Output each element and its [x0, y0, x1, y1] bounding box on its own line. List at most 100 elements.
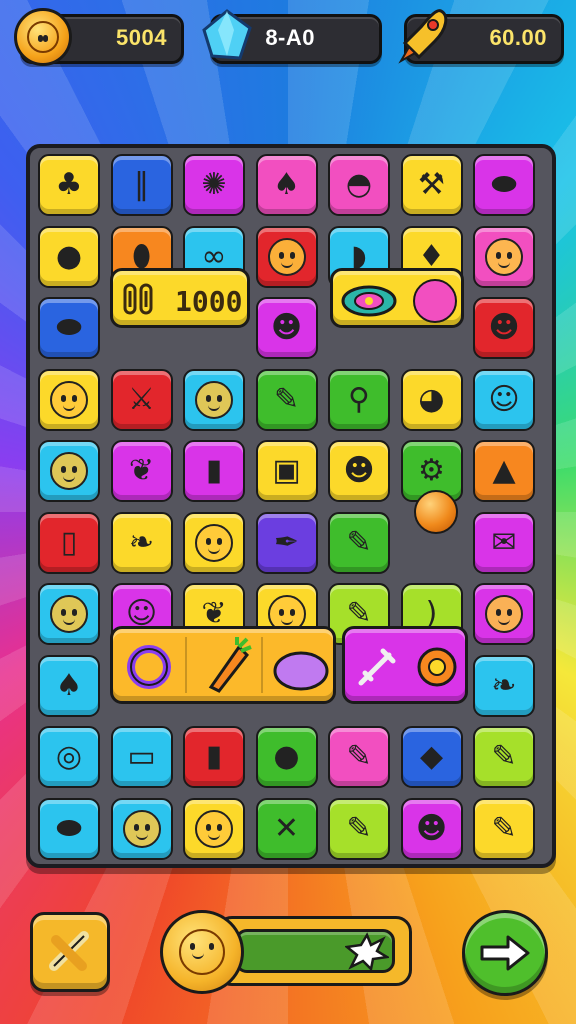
orange-orb[interactable] [414, 490, 458, 534]
booster-character-icon[interactable] [160, 910, 244, 994]
hammer-icon: ⚒ [418, 167, 445, 202]
wide-tile-fries[interactable]: 1000 [110, 268, 250, 328]
tile-face[interactable] [183, 368, 245, 431]
tile-drop[interactable]: ◆ [400, 726, 463, 788]
tile-bean[interactable]: ⬬ [38, 797, 100, 860]
tile-cat[interactable]: ☻ [473, 297, 535, 359]
tile-donut[interactable]: ◎ [38, 726, 100, 788]
tile-crayon[interactable]: ✎ [473, 726, 535, 788]
purple-blob-icon [273, 651, 329, 691]
shuffle-button[interactable] [462, 910, 548, 996]
tile-cat[interactable]: ☻ [400, 797, 463, 860]
tile-crayon[interactable]: ✎ [473, 797, 535, 860]
splat-icon: ✺ [201, 167, 227, 202]
tile-face[interactable] [183, 797, 245, 860]
coins-value: 5004 [116, 25, 167, 50]
gems-value: 8-A0 [265, 25, 315, 50]
tile-face[interactable] [255, 225, 318, 288]
pineapple-icon: ❦ [128, 453, 155, 488]
ghost-icon: ☺ [488, 381, 520, 417]
tile-ghost[interactable]: ☺ [473, 368, 535, 431]
game-board: ♣ ‖ ✺ ♠ ◓ ⚒ ⬬ ● ⬮ ∞ ◗ ♦ ⬬ ☻ ☻ ⚔ ✎ ⚲ ◕ ☺ ❦ ▮ ▣ ☻ ⚙ ▲ ▯ ❧ ✒ ✎ ✉ ☺ ❦ ✎) ♠ ❧ ◎ ▭ ▮… [26, 144, 556, 868]
tile-fries[interactable]: ‖ [110, 154, 173, 216]
leaf-icon: ❦ [201, 596, 227, 631]
face-icon [485, 595, 523, 633]
wide-tile-candy[interactable] [330, 268, 464, 328]
hammer-tool-button[interactable] [30, 912, 110, 992]
tile-tools[interactable]: ✕ [255, 797, 318, 860]
cat-icon: ☻ [415, 810, 448, 846]
tile-bird[interactable]: ◕ [400, 368, 463, 431]
face-icon [195, 380, 233, 419]
tile-face[interactable] [473, 225, 535, 288]
tile-feather[interactable]: ❧ [110, 511, 173, 574]
tile-bottle[interactable]: ▮ [183, 726, 245, 788]
tile-plum[interactable]: ● [255, 726, 318, 788]
tile-face[interactable] [38, 368, 100, 431]
splat-icon [345, 932, 389, 971]
tile-bean[interactable]: ⬬ [473, 154, 535, 216]
pen-icon: ✒ [273, 524, 300, 560]
tree-icon: ♣ [55, 167, 83, 202]
tile-fish[interactable]: ◓ [328, 154, 390, 216]
face-icon [485, 237, 523, 276]
tile-frog[interactable]: ☻ [328, 440, 390, 502]
plum-icon: ● [273, 739, 300, 774]
acorn-icon: ♦ [418, 238, 445, 274]
knife-icon: ⚔ [128, 381, 155, 417]
crayon-icon: ✎ [491, 739, 517, 774]
tile-bottle[interactable]: ▮ [183, 440, 245, 502]
carrot-icon [208, 637, 252, 693]
bird-icon: ◕ [418, 381, 445, 417]
tile-mushroom[interactable]: ♠ [38, 654, 100, 717]
gear-icon [417, 647, 457, 687]
tile-cat[interactable]: ☻ [255, 297, 318, 359]
sword-icon [358, 648, 396, 686]
tile-squid[interactable]: ♠ [255, 154, 318, 216]
tile-feather[interactable]: ❧ [473, 654, 535, 717]
tile-face[interactable] [38, 440, 100, 502]
tile-pineapple[interactable]: ❦ [110, 440, 173, 502]
face-icon [195, 809, 233, 848]
tile-popsicle[interactable]: ▯ [38, 511, 100, 574]
wand-icon: ⚲ [348, 381, 370, 417]
feather-icon: ❧ [128, 524, 155, 560]
bean-icon: ⬬ [56, 810, 82, 846]
tile-bean[interactable]: ⬬ [38, 297, 100, 359]
wide-tile-combo[interactable] [110, 626, 336, 704]
face-icon [195, 523, 233, 562]
goggles-icon: ∞ [201, 238, 227, 274]
tile-pen[interactable]: ✒ [255, 511, 318, 574]
tile-crayon[interactable]: ✎ [255, 368, 318, 431]
tile-knife[interactable]: ⚔ [110, 368, 173, 431]
tile-face[interactable] [110, 797, 173, 860]
tile-robot[interactable]: ▣ [255, 440, 318, 502]
tile-tree[interactable]: ♣ [38, 154, 100, 216]
tile-crayon[interactable]: ✎ [328, 797, 390, 860]
tile-paper[interactable]: ✉ [473, 511, 535, 574]
tile-poop[interactable]: ▲ [473, 440, 535, 502]
tile-face[interactable] [473, 583, 535, 645]
tile-crayon[interactable]: ✎ [328, 511, 390, 574]
banana-icon: ) [425, 596, 438, 631]
tile-potato[interactable]: ● [38, 225, 100, 288]
cat-icon: ☻ [270, 310, 303, 345]
ring-icon [127, 645, 171, 689]
shuffle-arrows-icon [480, 935, 530, 971]
wide-tile-magenta[interactable] [342, 626, 468, 704]
face-icon [50, 595, 88, 633]
tile-face[interactable] [38, 583, 100, 645]
mushroom-icon: ♠ [55, 667, 83, 703]
tile-pin[interactable]: ✎ [328, 726, 390, 788]
bottle-icon: ▮ [205, 739, 223, 774]
tile-splat[interactable]: ✺ [183, 154, 245, 216]
cat-icon: ☻ [488, 310, 520, 345]
rockets-value: 60.00 [489, 25, 547, 50]
tile-wand[interactable]: ⚲ [328, 368, 390, 431]
booster-progress-bar[interactable] [216, 916, 412, 986]
frog-icon: ☻ [343, 453, 375, 488]
tile-bandage[interactable]: ▭ [110, 726, 173, 788]
tile-face[interactable] [183, 511, 245, 574]
tile-hammer[interactable]: ⚒ [400, 154, 463, 216]
face-icon [50, 452, 88, 490]
